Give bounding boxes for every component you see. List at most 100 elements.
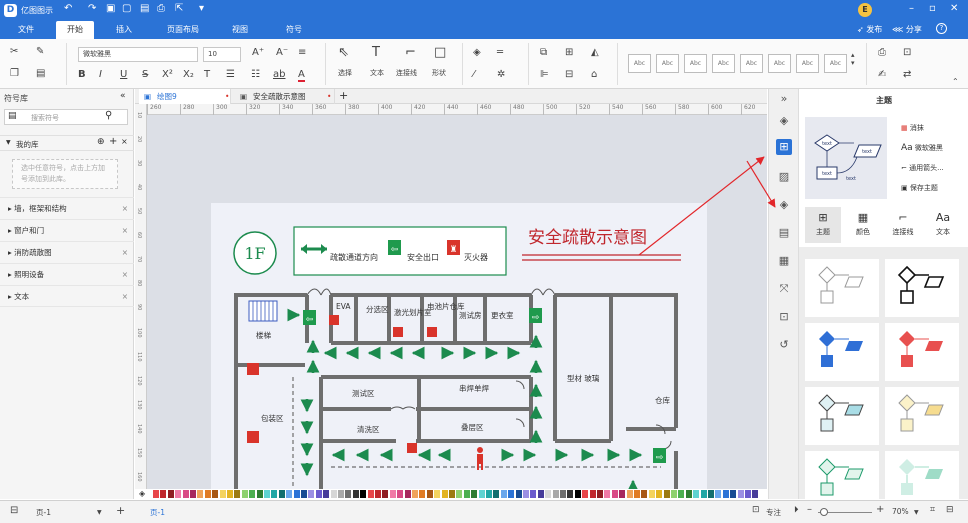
theme-tab-connector[interactable]: ⌐ 连接线 bbox=[885, 207, 921, 243]
color-swatch[interactable] bbox=[352, 490, 359, 498]
print-icon[interactable]: ⎙ bbox=[157, 3, 165, 14]
color-swatch[interactable] bbox=[382, 490, 389, 498]
color-swatch[interactable] bbox=[560, 490, 566, 498]
theme-tab-color[interactable]: ▦ 颜色 bbox=[845, 207, 881, 243]
color-swatch[interactable] bbox=[153, 490, 159, 498]
color-swatch[interactable] bbox=[574, 490, 581, 498]
color-swatch[interactable] bbox=[293, 490, 300, 498]
history-panel-icon[interactable]: ↺ bbox=[776, 337, 792, 353]
chevron-down-icon[interactable]: ▼ bbox=[914, 509, 919, 516]
strikethrough-icon[interactable]: S̶ bbox=[142, 69, 148, 80]
quick-style-8[interactable]: Abc bbox=[824, 54, 847, 73]
tab-symbol[interactable]: 符号 bbox=[276, 21, 312, 39]
color-swatch[interactable] bbox=[537, 490, 544, 498]
quick-style-6[interactable]: Abc bbox=[768, 54, 791, 73]
export-icon[interactable]: ⇱ bbox=[175, 3, 183, 14]
focus-mode-label[interactable]: 专注 bbox=[766, 507, 781, 518]
crop-icon[interactable]: ⊡ bbox=[903, 47, 911, 58]
undo-icon[interactable]: ↶ bbox=[64, 3, 72, 14]
drawing-canvas[interactable]: 1F 疏散通道方向 ⇦ 安全出口 ♜ 灭火器 安全疏散示意图 ⇦ ⇨ ⇨ 楼梯 … bbox=[147, 115, 767, 489]
new-icon[interactable]: ▣ bbox=[106, 3, 115, 14]
category-text[interactable]: ▸ 文本 × bbox=[0, 285, 134, 307]
color-swatch[interactable] bbox=[375, 490, 381, 498]
category-lighting[interactable]: ▸ 照明设备 × bbox=[0, 263, 134, 285]
help-button[interactable]: ? bbox=[936, 23, 947, 34]
zoom-level[interactable]: 70% bbox=[892, 507, 909, 516]
color-swatch[interactable] bbox=[515, 490, 522, 498]
collapse-library-icon[interactable]: « bbox=[120, 91, 126, 101]
text-box-icon[interactable]: T bbox=[204, 69, 210, 80]
replace-icon[interactable]: ⇄ bbox=[903, 69, 911, 80]
color-swatch[interactable] bbox=[700, 490, 707, 498]
zoom-in-icon[interactable]: + bbox=[876, 504, 884, 515]
close-icon[interactable]: × bbox=[122, 220, 128, 242]
library-settings-icon[interactable]: ⊕ bbox=[97, 137, 105, 147]
color-swatch[interactable] bbox=[234, 490, 241, 498]
color-swatch[interactable] bbox=[197, 490, 204, 498]
color-swatch[interactable] bbox=[315, 490, 322, 498]
close-icon[interactable]: × bbox=[122, 242, 128, 264]
line-style-icon[interactable]: ═ bbox=[497, 47, 503, 58]
fill-bucket-icon[interactable]: ◈ bbox=[139, 489, 145, 498]
bold-icon[interactable]: B bbox=[78, 69, 86, 80]
copy-icon[interactable]: ❐ bbox=[10, 68, 19, 79]
connector-tool-icon[interactable]: ⌐ bbox=[405, 45, 416, 60]
paste-icon[interactable]: ▤ bbox=[36, 68, 45, 79]
search-icon[interactable]: ⚲ bbox=[105, 110, 112, 121]
library-menu-icon[interactable]: ▤ bbox=[8, 111, 17, 121]
add-icon[interactable]: + bbox=[109, 136, 117, 147]
page-view-icon[interactable]: ⊟ bbox=[10, 505, 18, 516]
color-swatch[interactable] bbox=[634, 490, 640, 498]
color-swatch[interactable] bbox=[278, 490, 285, 498]
add-page-icon[interactable]: + bbox=[116, 504, 125, 517]
color-swatch[interactable] bbox=[323, 490, 330, 498]
color-swatch[interactable] bbox=[249, 490, 256, 498]
minimize-button[interactable]: – bbox=[909, 3, 914, 14]
color-swatch[interactable] bbox=[752, 490, 759, 498]
fullscreen-icon[interactable]: ⊟ bbox=[946, 505, 954, 515]
color-swatch[interactable] bbox=[626, 490, 633, 498]
theme-panel-icon[interactable]: ⊞ bbox=[776, 139, 792, 155]
fill-icon[interactable]: ◈ bbox=[473, 47, 481, 58]
line-color-icon[interactable]: ⁄ bbox=[473, 69, 475, 80]
tab-file[interactable]: 文件 bbox=[8, 21, 44, 39]
color-swatch[interactable] bbox=[730, 490, 737, 498]
line-spacing-icon[interactable]: ☰ bbox=[226, 69, 235, 80]
play-icon[interactable]: ⏵ bbox=[794, 505, 799, 515]
color-swatch[interactable] bbox=[641, 490, 648, 498]
highlight-icon[interactable]: ab bbox=[273, 69, 285, 80]
share-button[interactable]: ⋘ 分享 bbox=[892, 24, 922, 35]
tab-view[interactable]: 视图 bbox=[222, 21, 258, 39]
color-swatch[interactable] bbox=[389, 490, 396, 498]
cut-icon[interactable]: ✂ bbox=[10, 46, 18, 57]
grow-font-icon[interactable]: A⁺ bbox=[252, 47, 264, 58]
connector-tool-label[interactable]: 连接线 bbox=[396, 68, 417, 78]
fit-page-icon[interactable]: ⌗ bbox=[930, 505, 935, 515]
tab-page-layout[interactable]: 页面布局 bbox=[158, 21, 208, 39]
color-swatch[interactable] bbox=[604, 490, 611, 498]
superscript-icon[interactable]: X² bbox=[162, 69, 173, 80]
color-swatch[interactable] bbox=[722, 490, 729, 498]
color-palette-bar[interactable]: ◈ bbox=[135, 489, 767, 500]
font-size-select[interactable]: 10 bbox=[203, 47, 241, 62]
color-swatch[interactable] bbox=[656, 490, 663, 498]
style-gallery-more-icon[interactable]: ▴ ▾ bbox=[851, 51, 855, 67]
expand-panel-icon[interactable]: » bbox=[776, 91, 792, 107]
font-name-select[interactable]: 微软雅黑 bbox=[78, 47, 198, 62]
underline-icon[interactable]: U bbox=[120, 69, 127, 80]
color-swatch[interactable] bbox=[552, 490, 559, 498]
color-swatch[interactable] bbox=[619, 490, 626, 498]
color-swatch[interactable] bbox=[589, 490, 596, 498]
close-icon[interactable]: × bbox=[122, 264, 128, 286]
italic-icon[interactable]: I bbox=[99, 69, 102, 80]
color-swatch[interactable] bbox=[367, 490, 374, 498]
tab-insert[interactable]: 插入 bbox=[106, 21, 142, 39]
color-swatch[interactable] bbox=[715, 490, 722, 498]
quick-style-5[interactable]: Abc bbox=[740, 54, 763, 73]
close-icon[interactable]: × bbox=[122, 198, 128, 220]
color-swatch[interactable] bbox=[745, 490, 751, 498]
category-doors-windows[interactable]: ▸ 窗户和门 × bbox=[0, 219, 134, 241]
lock-icon[interactable]: ⌂ bbox=[591, 69, 597, 80]
color-swatch[interactable] bbox=[412, 490, 418, 498]
shadow-icon[interactable]: ✲ bbox=[497, 69, 505, 80]
